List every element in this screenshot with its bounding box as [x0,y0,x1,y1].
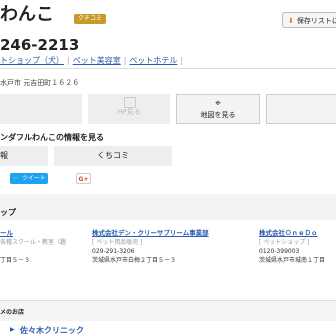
tab-info[interactable]: 報 [0,146,48,166]
tab-kuchikomi[interactable]: くちコミ [54,146,172,166]
info-heading: ンダフルわんこの情報を見る [0,133,104,142]
hp-button: HP見る [88,94,170,124]
recommend-heading: メのお店 [0,309,25,316]
hp-label: HP見る [117,108,141,116]
google-plus-button[interactable]: G+ [76,173,91,184]
divider [0,68,336,69]
nearby-shop-name[interactable]: 株式会社デン・クリーサプリーム事業部 [92,229,209,238]
map-button[interactable]: ⌖ 地図を見る [176,94,260,124]
nearby-shop-address: 茨城県水戸市白梅２丁目５－３ [92,257,177,264]
separator: | [67,56,70,65]
save-list-label: 保存リストに [296,17,336,25]
category-link-pet-hotel[interactable]: ペットホテル [129,56,177,65]
shop-title: わんこ [0,4,54,25]
nearby-shop-category: [ ペット用品販売 ] [92,239,143,246]
kuchikomi-badge: クチコミ [74,14,107,24]
twitter-icon: 🐦 [12,175,20,182]
action-disabled-1 [0,94,82,124]
web-icon [124,97,136,108]
nearby-shops-band [0,194,336,220]
nearby-shop-category: 各種スクール・教室（趣 [0,239,67,246]
recommend-band [0,300,336,321]
tweet-button[interactable]: 🐦 ツイート [10,173,48,184]
nearby-shop-name[interactable]: ール [0,229,66,238]
category-link-pet-shop[interactable]: トショップ（犬） [0,56,64,65]
tweet-label: ツイート [21,175,46,182]
nearby-shop-item: ール 各種スクール・教室（趣 丁目５－３ [0,229,66,265]
nearby-shops-heading: ップ [0,208,16,217]
arrow-icon: ▶ [10,326,15,333]
nearby-shop-phone [0,247,66,256]
nearby-shop-address: 茨城県水戸市城南１丁目 [259,257,326,264]
address-text: 水戸市 元吉田町１６２６ [0,79,80,87]
action-button-4[interactable] [266,94,336,124]
download-icon: ⬇ [288,17,294,25]
map-pin-icon: ⌖ [215,98,221,109]
map-label: 地図を見る [200,111,236,119]
save-list-button[interactable]: ⬇ 保存リストに [282,12,336,28]
nearby-shop-category: [ ペットショップ ] [259,239,310,246]
nearby-shop-item: 株式会社ＯｎｅＤｏ [ ペットショップ ] 0120-399003 茨城県水戸市… [259,229,325,265]
nearby-shop-item: 株式会社デン・クリーサプリーム事業部 [ ペット用品販売 ] 029-291-3… [92,229,209,265]
category-link-pet-salon[interactable]: ペット美容室 [73,56,121,65]
nearby-shop-name[interactable]: 株式会社ＯｎｅＤｏ [259,229,325,238]
phone-number: 246-2213 [0,36,80,54]
nearby-shop-phone: 0120-399003 [259,248,300,255]
separator: | [180,56,184,65]
separator: | [123,56,127,65]
nearby-shop-address: 丁目５－３ [0,257,31,264]
category-links: トショップ（犬） | ペット美容室 | ペットホテル | [0,55,186,66]
nearby-shop-phone: 029-291-3206 [92,248,135,255]
recommend-item-link[interactable]: 佐々木クリニック [20,325,84,336]
